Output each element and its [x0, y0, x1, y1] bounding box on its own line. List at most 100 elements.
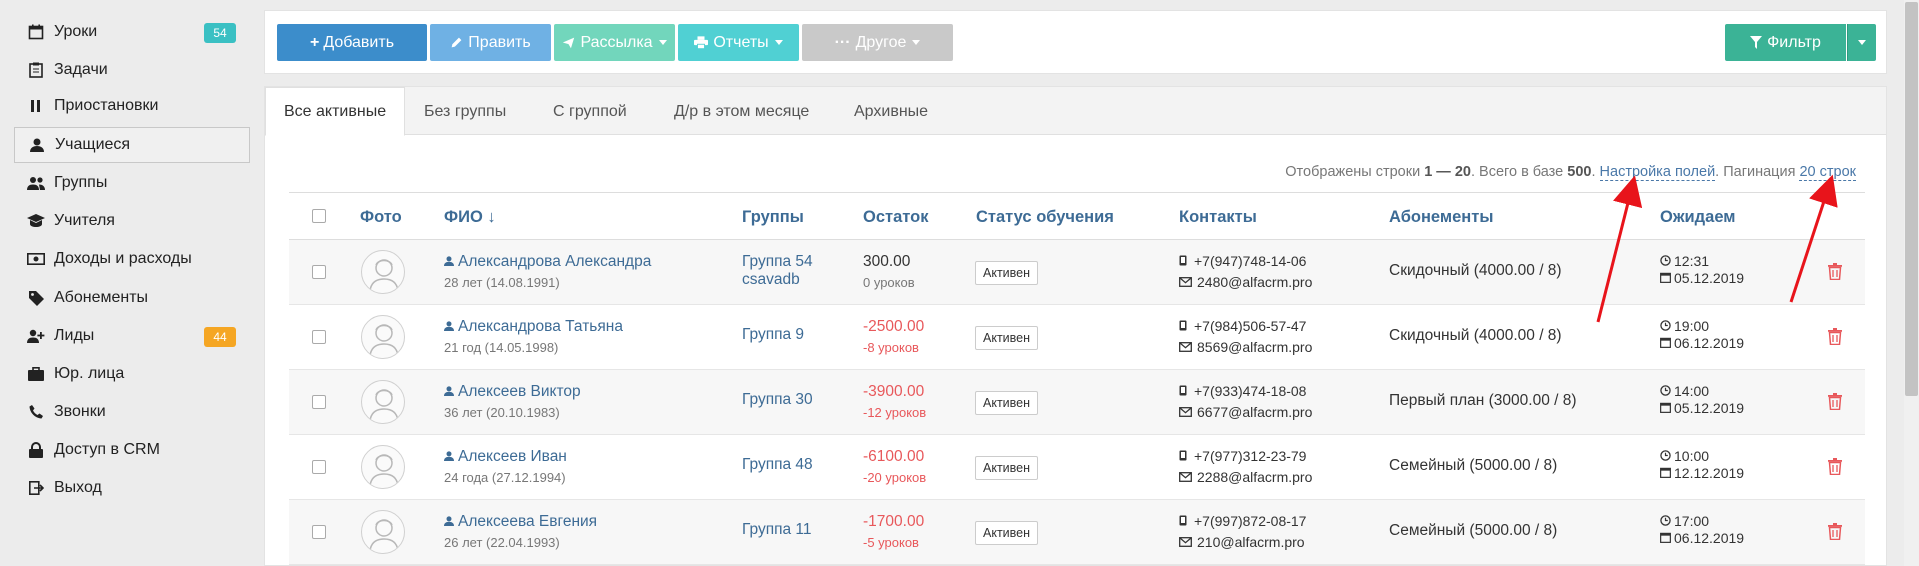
contact-email[interactable]: 210@alfacrm.pro	[1179, 534, 1305, 550]
col-groups: Группы	[742, 207, 804, 226]
subscription-value: Семейный (5000.00 / 8)	[1389, 522, 1558, 539]
sidebar-item[interactable]: Выход	[14, 470, 250, 506]
contact-phone[interactable]: +7(933)474-18-08	[1179, 383, 1306, 399]
contact-email[interactable]: 2480@alfacrm.pro	[1179, 274, 1312, 290]
sidebar-item[interactable]: Абонементы	[14, 280, 250, 316]
row-checkbox[interactable]	[312, 525, 326, 539]
col-name[interactable]: ФИО ↓	[444, 193, 496, 241]
sidebar-item[interactable]: Приостановки	[14, 88, 250, 124]
phone-number: +7(984)506-57-47	[1194, 318, 1307, 334]
tab-birthdays-this-month[interactable]: Д/р в этом месяце	[656, 87, 827, 136]
delete-icon[interactable]	[1828, 263, 1842, 284]
group-link[interactable]: Группа 48	[742, 456, 813, 474]
scrollbar-thumb[interactable]	[1905, 2, 1918, 396]
balance-amount: -6100.00	[863, 448, 925, 465]
table-row[interactable]: Алексеев Виктор 36 лет (20.10.1983) Груп…	[289, 370, 1865, 435]
sidebar-item[interactable]: Доступ в CRM	[14, 432, 250, 468]
group-link[interactable]: Группа 54	[742, 253, 813, 271]
delete-icon[interactable]	[1828, 393, 1842, 414]
sidebar-item[interactable]: Уроки 54	[14, 14, 250, 50]
contact-email[interactable]: 2288@alfacrm.pro	[1179, 469, 1312, 485]
student-name-link[interactable]: Александрова Александра	[444, 253, 651, 271]
balance-lessons: 0 уроков	[863, 275, 915, 290]
envelope-icon	[1179, 342, 1192, 352]
row-checkbox[interactable]	[312, 395, 326, 409]
col-subscriptions: Абонементы	[1389, 207, 1494, 226]
sidebar-item[interactable]: Учителя	[14, 203, 250, 239]
expected-date: 05.12.2019	[1660, 270, 1744, 286]
clipboard-icon	[26, 61, 46, 79]
other-button[interactable]: ··· Другое	[802, 24, 953, 61]
group-link[interactable]: csavadb	[742, 271, 813, 289]
field-settings-link[interactable]: Настройка полей	[1599, 164, 1716, 181]
tab-archived[interactable]: Архивные	[836, 87, 946, 136]
row-checkbox[interactable]	[312, 330, 326, 344]
student-name-link[interactable]: Алексеев Виктор	[444, 383, 581, 401]
add-button[interactable]: + Добавить	[277, 24, 427, 61]
delete-icon[interactable]	[1828, 458, 1842, 479]
col-status: Статус обучения	[976, 207, 1114, 226]
avatar	[361, 380, 405, 424]
sidebar-item[interactable]: Доходы и расходы	[14, 241, 250, 277]
table-row[interactable]: Алексеева Евгения 26 лет (22.04.1993) Гр…	[289, 500, 1865, 565]
sidebar-item[interactable]: Задачи	[14, 52, 250, 88]
edit-button[interactable]: Править	[430, 24, 551, 61]
delete-icon[interactable]	[1828, 523, 1842, 544]
student-name-link[interactable]: Александрова Татьяна	[444, 318, 623, 336]
student-age: 24 года (27.12.1994)	[444, 470, 566, 485]
sidebar-item[interactable]: Лиды 44	[14, 318, 250, 354]
avatar	[361, 315, 405, 359]
pause-icon	[26, 97, 46, 115]
expected-date-value: 05.12.2019	[1674, 270, 1745, 286]
rows-per-page-link[interactable]: 20 строк	[1799, 164, 1856, 181]
contact-email[interactable]: 6677@alfacrm.pro	[1179, 404, 1312, 420]
phone-number: +7(947)748-14-06	[1194, 253, 1307, 269]
contact-phone[interactable]: +7(984)506-57-47	[1179, 318, 1306, 334]
count-badge: 44	[204, 327, 236, 347]
groups-cell: Группа 11	[742, 521, 812, 539]
filter-button[interactable]: Фильтр	[1725, 24, 1846, 61]
contact-phone[interactable]: +7(997)872-08-17	[1179, 513, 1306, 529]
calendar-icon	[1660, 467, 1671, 478]
clock-icon	[1660, 515, 1671, 526]
count-badge: 54	[204, 23, 236, 43]
student-name-link[interactable]: Алексеева Евгения	[444, 513, 597, 531]
rows-info-prefix: Отображены строки	[1285, 164, 1425, 180]
calendar-icon	[1660, 402, 1671, 413]
sidebar-item[interactable]: Группы	[14, 165, 250, 201]
table-row[interactable]: Алексеев Иван 24 года (27.12.1994) Групп…	[289, 435, 1865, 500]
student-name-link[interactable]: Алексеев Иван	[444, 448, 567, 466]
filter-icon	[1750, 36, 1763, 49]
tab-with-group[interactable]: С группой	[535, 87, 645, 136]
contact-phone[interactable]: +7(977)312-23-79	[1179, 448, 1306, 464]
tab-no-group[interactable]: Без группы	[406, 87, 524, 136]
filter-dropdown-toggle[interactable]	[1847, 24, 1876, 61]
print-icon	[694, 36, 709, 49]
group-link[interactable]: Группа 9	[742, 326, 804, 344]
row-checkbox[interactable]	[312, 265, 326, 279]
sidebar-item[interactable]: Юр. лица	[14, 356, 250, 392]
caret-down-icon	[912, 40, 921, 45]
table-row[interactable]: Александрова Александра 28 лет (14.08.19…	[289, 240, 1865, 305]
envelope-icon	[1179, 537, 1192, 547]
table-row[interactable]: Александрова Татьяна 21 год (14.05.1998)…	[289, 305, 1865, 370]
student-name: Александрова Татьяна	[458, 318, 623, 335]
contact-phone[interactable]: +7(947)748-14-06	[1179, 253, 1306, 269]
sidebar-item[interactable]: Учащиеся	[14, 127, 250, 163]
row-checkbox[interactable]	[312, 460, 326, 474]
expected-time-value: 19:00	[1674, 318, 1710, 334]
tab-all-active[interactable]: Все активные	[265, 87, 406, 136]
contact-email[interactable]: 8569@alfacrm.pro	[1179, 339, 1312, 355]
mailing-button[interactable]: Рассылка	[554, 24, 675, 61]
sidebar-item[interactable]: Звонки	[14, 394, 250, 430]
reports-button[interactable]: Отчеты	[678, 24, 799, 61]
delete-icon[interactable]	[1828, 328, 1842, 349]
student-name: Алексеев Иван	[458, 448, 567, 465]
caret-down-icon	[1858, 40, 1866, 45]
group-link[interactable]: Группа 11	[742, 521, 812, 539]
avatar	[361, 250, 405, 294]
group-link[interactable]: Группа 30	[742, 391, 813, 409]
clock-icon	[1660, 255, 1671, 266]
select-all-checkbox[interactable]	[312, 209, 326, 223]
expected-time: 17:00	[1660, 513, 1709, 529]
